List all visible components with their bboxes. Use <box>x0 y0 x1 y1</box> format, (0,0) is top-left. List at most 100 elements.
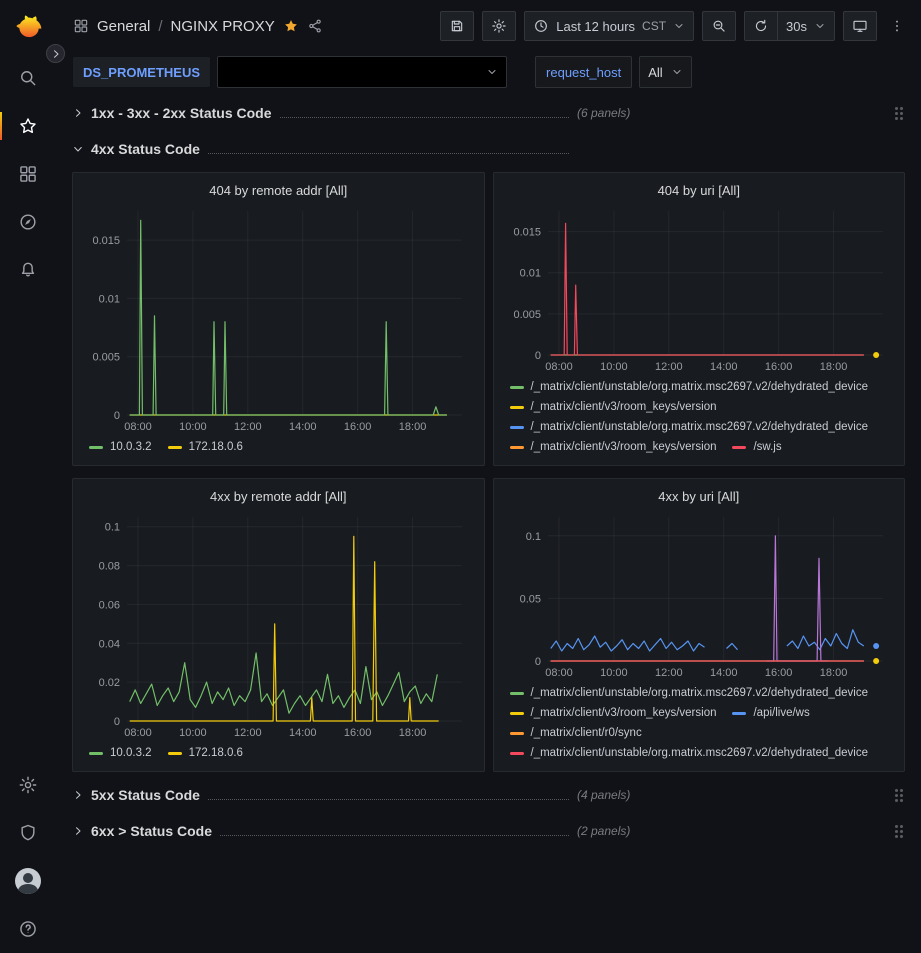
legend-swatch <box>168 446 182 449</box>
svg-text:0: 0 <box>114 410 120 422</box>
sidebar-item-starred[interactable] <box>0 102 55 150</box>
row-title: 1xx - 3xx - 2xx Status Code <box>91 105 272 121</box>
row-drag-handle[interactable] <box>895 825 903 838</box>
variable-label-request-host[interactable]: request_host <box>535 56 632 88</box>
breadcrumb-section[interactable]: General <box>97 18 150 35</box>
panel-title[interactable]: 404 by uri [All] <box>502 177 897 203</box>
time-series-chart[interactable]: 08:0010:0012:0014:0016:0018:0000.0050.01… <box>81 203 476 435</box>
svg-text:0.06: 0.06 <box>99 599 120 611</box>
svg-text:16:00: 16:00 <box>344 727 372 739</box>
row-dotted-leader <box>280 117 569 118</box>
row-4xx[interactable]: 4xx Status Code <box>72 136 905 162</box>
row-drag-handle[interactable] <box>895 789 903 802</box>
legend-item[interactable]: /_matrix/client/unstable/org.matrix.msc2… <box>510 743 869 763</box>
legend-item[interactable]: /_matrix/client/unstable/org.matrix.msc2… <box>510 417 869 437</box>
svg-text:14:00: 14:00 <box>709 667 737 679</box>
legend-item[interactable]: /sw.js <box>732 437 781 457</box>
sidebar-item-profile[interactable] <box>0 857 55 905</box>
sidebar-item-dashboards[interactable] <box>0 150 55 198</box>
svg-text:08:00: 08:00 <box>124 727 152 739</box>
dashboard-title[interactable]: NGINX PROXY <box>171 18 275 35</box>
save-dashboard-button[interactable] <box>440 11 474 41</box>
legend-swatch <box>510 446 524 449</box>
row-1xx-3xx-2xx[interactable]: 1xx - 3xx - 2xx Status Code (6 panels) <box>72 100 905 126</box>
legend-item[interactable]: /_matrix/client/unstable/org.matrix.msc2… <box>510 377 869 397</box>
legend-item[interactable]: /_matrix/client/v3/room_keys/version <box>510 437 717 457</box>
legend-item[interactable]: /_matrix/client/v3/room_keys/version <box>510 703 717 723</box>
legend-label: /_matrix/client/unstable/org.matrix.msc2… <box>531 377 869 397</box>
svg-text:14:00: 14:00 <box>289 727 317 739</box>
legend-item[interactable]: /_matrix/client/unstable/org.matrix.msc2… <box>510 683 869 703</box>
legend-item[interactable]: 172.18.0.6 <box>168 743 243 763</box>
legend-label: /_matrix/client/unstable/org.matrix.msc2… <box>531 683 869 703</box>
svg-text:16:00: 16:00 <box>764 361 792 373</box>
time-series-chart[interactable]: 08:0010:0012:0014:0016:0018:0000.0050.01… <box>502 203 897 375</box>
sidebar-item-explore[interactable] <box>0 198 55 246</box>
sidebar-expand-button[interactable] <box>46 44 65 63</box>
chevron-right-icon <box>72 789 84 801</box>
dashboard-settings-button[interactable] <box>482 11 516 41</box>
chevron-down-icon <box>673 20 685 32</box>
row-title: 4xx Status Code <box>91 141 200 157</box>
panel-title[interactable]: 404 by remote addr [All] <box>81 177 476 203</box>
request-host-select[interactable]: All <box>639 56 691 88</box>
navbar: General / NGINX PROXY Last 12 hours CST <box>55 0 921 52</box>
sidebar-item-configuration[interactable] <box>0 761 55 809</box>
bell-icon <box>18 260 38 280</box>
sidebar-item-alerting[interactable] <box>0 246 55 294</box>
refresh-interval-dropdown[interactable]: 30s <box>777 11 835 41</box>
main-area: General / NGINX PROXY Last 12 hours CST <box>55 0 921 953</box>
svg-text:0.005: 0.005 <box>92 352 120 364</box>
row-dotted-leader <box>208 153 569 154</box>
legend-swatch <box>510 406 524 409</box>
panel-title[interactable]: 4xx by remote addr [All] <box>81 483 476 509</box>
time-range-picker[interactable]: Last 12 hours CST <box>524 11 694 41</box>
time-series-chart[interactable]: 08:0010:0012:0014:0016:0018:0000.020.040… <box>81 509 476 741</box>
svg-text:0: 0 <box>534 656 540 668</box>
share-icon[interactable] <box>307 18 323 34</box>
svg-text:0.05: 0.05 <box>519 593 540 605</box>
row-5xx[interactable]: 5xx Status Code (4 panels) <box>72 782 905 808</box>
svg-text:12:00: 12:00 <box>655 667 683 679</box>
gear-icon <box>491 18 507 34</box>
refresh-group: 30s <box>744 11 835 41</box>
legend-item[interactable]: 172.18.0.6 <box>168 437 243 457</box>
refresh-icon <box>753 18 769 34</box>
time-series-chart[interactable]: 08:0010:0012:0014:0016:0018:0000.050.1 <box>502 509 897 681</box>
row-6xx[interactable]: 6xx > Status Code (2 panels) <box>72 818 905 844</box>
legend-item[interactable]: 10.0.3.2 <box>89 437 152 457</box>
legend-swatch <box>510 712 524 715</box>
svg-text:10:00: 10:00 <box>179 727 207 739</box>
sidebar-item-server-admin[interactable] <box>0 809 55 857</box>
sidebar-item-search[interactable] <box>0 54 55 102</box>
panel-4xx-by-remote-addr: 4xx by remote addr [All] 08:0010:0012:00… <box>72 478 485 772</box>
favorite-star-icon[interactable] <box>283 18 299 34</box>
row-drag-handle[interactable] <box>895 107 903 120</box>
chevron-right-icon <box>72 107 84 119</box>
zoom-out-time-button[interactable] <box>702 11 736 41</box>
panel-title[interactable]: 4xx by uri [All] <box>502 483 897 509</box>
refresh-button[interactable] <box>744 11 778 41</box>
legend-item[interactable]: 10.0.3.2 <box>89 743 152 763</box>
chevron-down-icon <box>814 20 826 32</box>
refresh-interval-value: 30s <box>786 19 807 34</box>
sidebar-item-help[interactable] <box>0 905 55 953</box>
grafana-logo[interactable] <box>11 12 45 46</box>
more-options-button[interactable] <box>885 11 909 41</box>
panel-title-text: 404 by remote addr [All] <box>209 183 347 198</box>
gear-icon <box>18 775 38 795</box>
panel-title-text: 404 by uri [All] <box>658 183 740 198</box>
legend-label: /_matrix/client/v3/room_keys/version <box>531 397 717 417</box>
svg-text:14:00: 14:00 <box>709 361 737 373</box>
time-zone-label: CST <box>642 19 666 33</box>
tv-mode-button[interactable] <box>843 11 877 41</box>
datasource-select[interactable] <box>217 56 507 88</box>
legend-item[interactable]: /api/live/ws <box>732 703 809 723</box>
svg-text:0.02: 0.02 <box>99 677 120 689</box>
svg-text:0.01: 0.01 <box>99 293 120 305</box>
legend-swatch <box>89 752 103 755</box>
row-title: 5xx Status Code <box>91 787 200 803</box>
legend-item[interactable]: /_matrix/client/v3/room_keys/version <box>510 397 717 417</box>
clock-icon <box>533 18 549 34</box>
legend-item[interactable]: /_matrix/client/r0/sync <box>510 723 642 743</box>
